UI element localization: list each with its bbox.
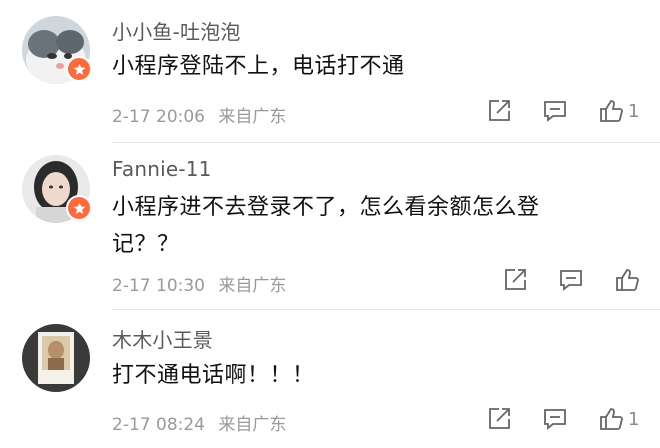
comment-text: 小程序进不去登录不了，怎么看余额怎么登记？？ bbox=[112, 195, 540, 257]
comment-button[interactable] bbox=[542, 406, 568, 432]
photo-avatar bbox=[22, 324, 90, 392]
comment-button[interactable] bbox=[558, 267, 584, 293]
share-icon bbox=[489, 408, 510, 429]
comment-item: 小小鱼-吐泡泡 小程序登陆不上，电话打不通 2-17 20:06 来自广东 1 bbox=[0, 0, 660, 150]
share-button[interactable] bbox=[502, 267, 528, 293]
comment-icon bbox=[544, 101, 566, 122]
comment-time: 20:06 bbox=[156, 107, 205, 127]
thumbs-up-icon bbox=[600, 100, 623, 122]
comment-item: 木木小王景 打不通电话啊！！！ 2-17 08:24 来自广东 1 bbox=[0, 310, 660, 448]
comment-meta: 2-17 20:06 来自广东 bbox=[112, 102, 286, 127]
comment-meta: 2-17 08:24 来自广东 bbox=[112, 410, 286, 435]
comment-source: 来自广东 bbox=[218, 415, 287, 435]
like-button[interactable] bbox=[614, 267, 644, 293]
comment-source: 来自广东 bbox=[218, 276, 287, 296]
like-count: 1 bbox=[628, 100, 640, 122]
star-badge-icon bbox=[66, 56, 92, 82]
thumbs-up-icon bbox=[600, 408, 623, 430]
comment-actions: 1 bbox=[486, 406, 639, 432]
avatar[interactable] bbox=[22, 16, 92, 84]
comment-text: 小程序登陆不上，电话打不通 bbox=[112, 54, 405, 79]
comment-date: 2-17 bbox=[112, 107, 151, 127]
avatar[interactable] bbox=[22, 155, 92, 223]
comment-source: 来自广东 bbox=[218, 107, 287, 127]
thumbs-up-icon bbox=[616, 269, 639, 291]
like-button[interactable]: 1 bbox=[598, 98, 639, 124]
comment-actions: 1 bbox=[486, 98, 639, 124]
avatar[interactable] bbox=[22, 324, 90, 392]
comment-text: 打不通电话啊！！！ bbox=[112, 363, 315, 388]
comment-time: 10:30 bbox=[156, 276, 205, 296]
share-icon bbox=[489, 100, 510, 121]
comment-icon bbox=[544, 409, 566, 430]
comment-username[interactable]: 小小鱼-吐泡泡 bbox=[112, 16, 241, 45]
comment-icon bbox=[560, 270, 582, 291]
comment-actions bbox=[502, 267, 644, 293]
comment-item: Fannie-11 小程序进不去登录不了，怎么看余额怎么登记？？ 2-17 10… bbox=[0, 143, 660, 313]
comment-username[interactable]: Fannie-11 bbox=[112, 157, 212, 181]
share-button[interactable] bbox=[486, 406, 512, 432]
like-button[interactable]: 1 bbox=[598, 406, 639, 432]
share-icon bbox=[505, 269, 526, 290]
comment-meta: 2-17 10:30 来自广东 bbox=[112, 271, 286, 296]
comment-button[interactable] bbox=[542, 98, 568, 124]
like-count: 1 bbox=[628, 408, 640, 430]
comment-date: 2-17 bbox=[112, 276, 151, 296]
star-badge-icon bbox=[66, 195, 92, 221]
comment-username[interactable]: 木木小王景 bbox=[112, 324, 213, 353]
share-button[interactable] bbox=[486, 98, 512, 124]
comment-date: 2-17 bbox=[112, 415, 151, 435]
comment-time: 08:24 bbox=[156, 415, 205, 435]
